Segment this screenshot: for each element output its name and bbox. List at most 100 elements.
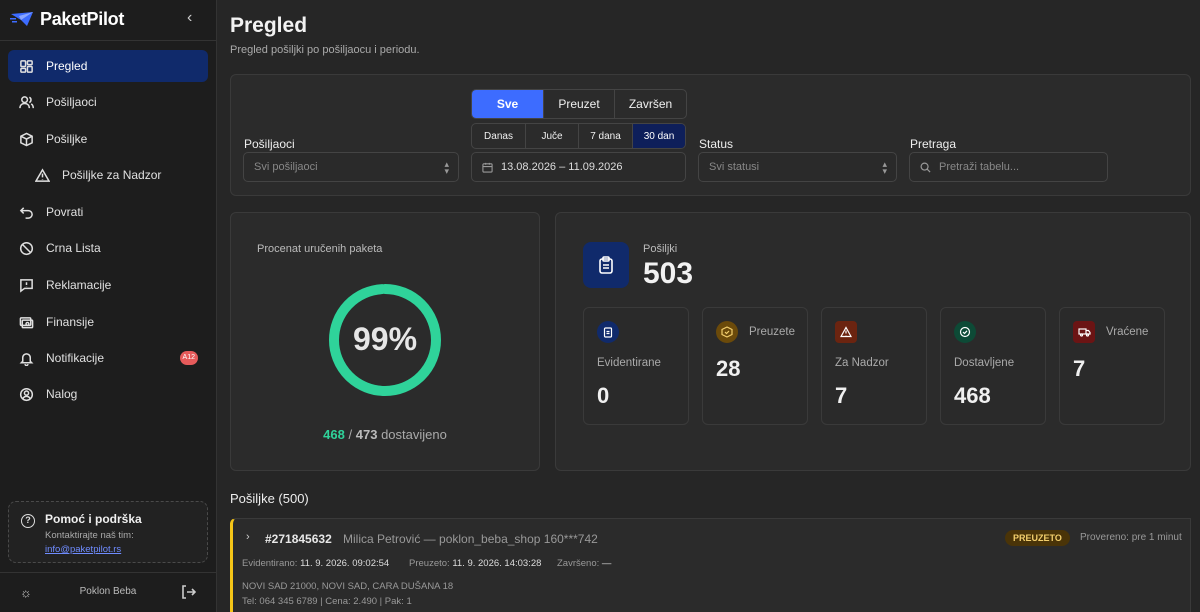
warning-icon: [835, 321, 857, 343]
stat-preuzete[interactable]: Preuzete 28: [702, 307, 808, 425]
main-content: Pregled Pregled pošiljki po pošiljaocu i…: [217, 0, 1200, 612]
sidebar-item-label: Reklamacije: [46, 278, 112, 292]
brand[interactable]: PaketPilot: [10, 8, 124, 30]
shipment-contact: Tel: 064 345 6789 | Cena: 2.490 | Pak: 1: [242, 596, 412, 607]
senders-placeholder: Svi pošiljaoci: [254, 161, 318, 173]
order-recipient: Milica Petrović — poklon_beba_shop 160**…: [343, 532, 598, 546]
collapse-sidebar-icon[interactable]: ‹: [187, 9, 203, 27]
tab-zavrsen[interactable]: Završen: [615, 90, 686, 118]
box-icon: [18, 131, 34, 147]
tab-juce[interactable]: Juče: [526, 124, 579, 148]
brand-name: PaketPilot: [40, 8, 125, 29]
stat-evidentirane[interactable]: Evidentirane 0: [583, 307, 689, 425]
box-check-icon: [716, 321, 738, 343]
stat-label: Dostavljene: [954, 357, 1015, 369]
search-placeholder: Pretraži tabelu...: [939, 161, 1020, 173]
dashboard-icon: [18, 58, 34, 74]
delivery-rate-card: Procenat uručenih paketa 99% 468 / 473 d…: [230, 212, 540, 471]
sidebar-item-posiljke[interactable]: Pošiljke: [8, 123, 208, 155]
tab-sve[interactable]: Sve: [472, 90, 544, 118]
done-value: —: [601, 558, 612, 569]
users-icon: [18, 94, 34, 110]
senders-select[interactable]: Svi pošiljaoci ▴ ▾: [243, 152, 459, 182]
sidebar-item-label: Nalog: [46, 387, 78, 401]
done-meta: Završeno: —: [557, 558, 611, 569]
date-range-field[interactable]: 13.08.2026 – 11.09.2026: [471, 152, 686, 182]
help-email-link[interactable]: info@paketpilot.rs: [45, 544, 197, 555]
account-icon: [18, 386, 34, 402]
sidebar-item-label: Povrati: [46, 205, 84, 219]
select-caret-icon: ▴ ▾: [444, 159, 449, 176]
checked-time: Provereno: pre 1 minut: [1080, 532, 1182, 543]
registered-label: Evidentirano:: [242, 558, 298, 569]
sidebar-item-label: Notifikacije: [46, 351, 105, 365]
sidebar-item-reklamacije[interactable]: Reklamacije: [8, 269, 208, 301]
order-id: #271845632: [265, 532, 332, 546]
shipments-label: Pošiljki: [643, 243, 678, 255]
separator: /: [348, 427, 353, 442]
question-icon: ?: [21, 514, 35, 528]
sidebar-item-label: Pošiljaoci: [46, 95, 97, 109]
help-title: Pomoć i podrška: [45, 512, 142, 526]
check-circle-icon: [954, 321, 976, 343]
sidebar-item-posiljaoci[interactable]: Pošiljaoci: [8, 86, 208, 118]
message-alert-icon: [18, 277, 34, 293]
stat-value: 28: [716, 356, 741, 381]
sidebar-item-crna-lista[interactable]: Crna Lista: [8, 232, 208, 264]
sidebar-item-notifikacije[interactable]: Notifikacije A12: [8, 342, 208, 374]
delivered-suffix: dostavijeno: [381, 427, 447, 442]
status-tabs: Sve Preuzet Završen: [471, 89, 687, 119]
clipboard-icon: [597, 321, 619, 343]
calendar-icon: [482, 162, 493, 173]
tab-preuzet[interactable]: Preuzet: [544, 90, 615, 118]
total-value: 473: [355, 427, 378, 442]
shipment-address: NOVI SAD 21000, NOVI SAD, CARA DUŠANA 18: [242, 581, 454, 592]
registered-value: 11. 9. 2026. 09:02:54: [300, 558, 390, 569]
stat-value: 0: [597, 383, 610, 408]
bell-icon: [18, 350, 34, 366]
sidebar-item-pregled[interactable]: Pregled: [8, 50, 208, 82]
date-range-value: 13.08.2026 – 11.09.2026: [501, 161, 623, 173]
stat-vracene[interactable]: Vraćene 7: [1059, 307, 1165, 425]
status-badge: PREUZETO: [1005, 530, 1070, 546]
sidebar-item-posiljke-za-nadzor[interactable]: Pošiljke za Nadzor: [8, 159, 208, 191]
finance-icon: [18, 314, 34, 330]
sidebar-item-povrati[interactable]: Povrati: [8, 196, 208, 228]
status-label: Status: [699, 137, 734, 151]
divider: [0, 572, 216, 573]
search-icon: [920, 162, 931, 173]
stat-value: 7: [1073, 356, 1086, 381]
search-input[interactable]: Pretraži tabelu...: [909, 152, 1108, 182]
picked-meta: Preuzeto: 11. 9. 2026. 14:03:28: [409, 558, 541, 569]
status-select[interactable]: Svi statusi ▴ ▾: [698, 152, 897, 182]
help-subtitle: Kontaktirajte naš tim:: [45, 530, 134, 541]
clipboard-icon: [583, 242, 629, 288]
shipments-value: 503: [643, 257, 694, 290]
ban-icon: [18, 240, 34, 256]
return-icon: [18, 204, 34, 220]
stat-label: Preuzete: [749, 326, 796, 338]
sidebar-item-finansije[interactable]: Finansije: [8, 306, 208, 338]
stat-za-nadzor[interactable]: Za Nadzor 7: [821, 307, 927, 425]
picked-label: Preuzeto:: [409, 558, 450, 569]
expand-chevron-icon[interactable]: ›: [246, 531, 250, 543]
sidebar-item-label: Crna Lista: [46, 241, 101, 255]
stat-dostavljene[interactable]: Dostavljene 468: [940, 307, 1046, 425]
tab-30-dan[interactable]: 30 dan: [633, 124, 685, 148]
shipment-row[interactable]: › #271845632 Milica Petrović — poklon_be…: [230, 518, 1191, 612]
tab-7-dana[interactable]: 7 dana: [579, 124, 633, 148]
sidebar-item-nalog[interactable]: Nalog: [8, 378, 208, 410]
notification-badge: A12: [179, 351, 198, 365]
shipments-list-title: Pošiljke (500): [230, 491, 309, 506]
tab-danas[interactable]: Danas: [472, 124, 526, 148]
registered-meta: Evidentirano: 11. 9. 2026. 09:02:54: [242, 558, 389, 569]
logout-icon[interactable]: [180, 584, 196, 600]
shipments-summary-card: Pošiljki 503 Evidentirane 0 Preuzete 28 …: [555, 212, 1191, 471]
stat-label: Evidentirane: [597, 357, 661, 369]
help-card: ? Pomoć i podrška Kontaktirajte naš tim:…: [8, 501, 208, 563]
stat-value: 7: [835, 383, 848, 408]
status-placeholder: Svi statusi: [709, 161, 760, 173]
delivered-value: 468: [323, 427, 345, 442]
delivered-count: 468 / 473 dostavijeno: [231, 427, 539, 442]
logo-icon: [10, 12, 33, 26]
